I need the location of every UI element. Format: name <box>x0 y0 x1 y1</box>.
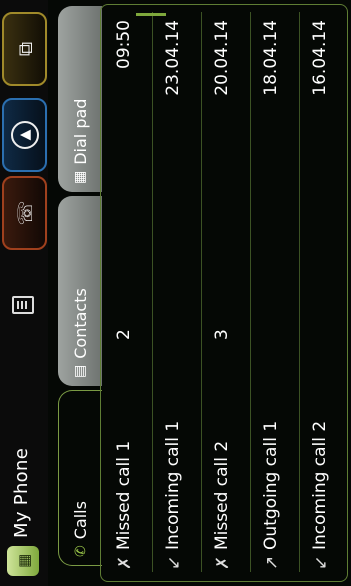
tab-contacts[interactable]: ▤ Contacts <box>58 196 102 386</box>
call-count: 2 <box>114 329 134 340</box>
devices-icon: ⧉ <box>12 41 37 57</box>
media-shortcut-button[interactable]: ☏ <box>2 176 47 250</box>
call-name: Outgoing call 1 <box>261 420 281 550</box>
call-row[interactable]: ↗ Outgoing call 1 18.04.14 <box>251 12 300 572</box>
navigation-shortcut-button[interactable]: ▲ <box>2 98 47 172</box>
tab-dialpad[interactable]: ▦ Dial pad <box>58 6 102 192</box>
tab-dialpad-label: Dial pad <box>70 98 90 165</box>
call-row[interactable]: ✗ Missed call 2 3 20.04.14 <box>202 12 251 572</box>
missed-call-icon: ✗ <box>213 555 233 570</box>
call-row[interactable]: ↙ Incoming call 1 23.04.14 <box>153 12 202 572</box>
call-date: 16.04.14 <box>310 20 330 96</box>
media-phone-icon: ☏ <box>12 200 37 226</box>
call-list: ✗ Missed call 1 2 09:50 ↙ Incoming call … <box>104 12 348 572</box>
call-name: Missed call 2 <box>212 440 232 550</box>
call-row[interactable]: ↙ Incoming call 2 16.04.14 <box>300 12 348 572</box>
scrollbar[interactable] <box>136 13 166 16</box>
incoming-call-icon: ↙ <box>164 555 184 570</box>
phone-screen: ▦ My Phone ☏ ▲ ⧉ ✆ Calls ▤ Contacts ▦ Di… <box>0 0 351 586</box>
missed-call-icon: ✗ <box>115 555 135 570</box>
call-name: Incoming call 1 <box>163 420 183 550</box>
call-count: 3 <box>212 329 232 340</box>
outgoing-call-icon: ↗ <box>262 555 282 570</box>
tab-calls-label: Calls <box>71 501 90 540</box>
dialpad-icon: ▦ <box>72 170 88 184</box>
battery-icon <box>12 296 34 314</box>
tab-strip: ✆ Calls ▤ Contacts ▦ Dial pad <box>58 6 102 566</box>
phone-keypad-icon[interactable]: ▦ <box>7 546 39 576</box>
call-date: 09:50 <box>114 20 134 69</box>
call-date: 20.04.14 <box>212 20 232 96</box>
contacts-icon: ▤ <box>72 364 88 378</box>
status-bar: ▦ My Phone ☏ ▲ ⧉ <box>0 0 48 586</box>
call-date: 23.04.14 <box>163 20 183 96</box>
call-row[interactable]: ✗ Missed call 1 2 09:50 <box>104 12 153 572</box>
call-name: Missed call 1 <box>114 440 134 550</box>
devices-shortcut-button[interactable]: ⧉ <box>2 12 47 86</box>
phone-icon: ✆ <box>72 545 89 557</box>
page-title: My Phone <box>11 447 32 538</box>
navigation-icon: ▲ <box>10 121 39 149</box>
tab-calls[interactable]: ✆ Calls <box>58 390 102 566</box>
incoming-call-icon: ↙ <box>311 555 331 570</box>
call-name: Incoming call 2 <box>310 420 330 550</box>
tab-contacts-label: Contacts <box>70 288 90 359</box>
call-date: 18.04.14 <box>261 20 281 96</box>
